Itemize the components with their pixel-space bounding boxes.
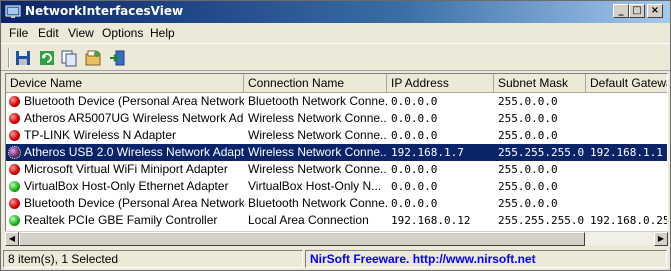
cell-connection-name: Bluetooth Network Conne...: [248, 196, 387, 210]
network-app-icon: [5, 5, 21, 18]
cell-default-gateway: [586, 178, 667, 195]
scroll-right-icon[interactable]: ▶: [654, 232, 668, 246]
cell-subnet-mask: 255.0.0.0: [498, 95, 558, 108]
cell-connection-name: Wireless Network Conne...: [248, 145, 387, 159]
cell-ip-address: 0.0.0.0: [391, 180, 438, 193]
cell-subnet-mask: 255.0.0.0: [498, 112, 558, 125]
cell-connection-name: Local Area Connection: [248, 213, 369, 227]
status-red-icon: [9, 96, 20, 107]
cell-ip-address: 0.0.0.0: [391, 163, 438, 176]
interfaces-table[interactable]: Device Name Connection Name IP Address S…: [5, 73, 668, 243]
cell-device-name: Bluetooth Device (Personal Area Network): [24, 94, 244, 108]
table-row[interactable]: Atheros USB 2.0 Wireless Network Adapter…: [6, 144, 667, 161]
cell-default-gateway: [586, 127, 667, 144]
cell-device-name: Atheros USB 2.0 Wireless Network Adapter: [24, 145, 244, 159]
cell-device-name: Bluetooth Device (Personal Area Network): [24, 196, 244, 210]
cell-default-gateway: [586, 195, 667, 212]
app-window: NetworkInterfacesView _ □ × File Edit Vi…: [0, 0, 671, 271]
minimize-button[interactable]: _: [613, 4, 629, 18]
status-selected-icon: [8, 146, 21, 159]
status-red-icon: [9, 198, 20, 209]
cell-connection-name: VirtualBox Host-Only N...: [248, 179, 382, 193]
cell-ip-address: 0.0.0.0: [391, 197, 438, 210]
properties-icon[interactable]: [83, 48, 103, 68]
table-row[interactable]: Realtek PCIe GBE Family Controller Local …: [6, 212, 667, 229]
cell-default-gateway: 192.168.0.254: [590, 214, 668, 227]
cell-default-gateway: [586, 93, 667, 110]
cell-connection-name: Wireless Network Conne...: [248, 162, 387, 176]
cell-ip-address: 0.0.0.0: [391, 129, 438, 142]
cell-ip-address: 192.168.0.12: [391, 214, 471, 227]
table-row[interactable]: Bluetooth Device (Personal Area Network)…: [6, 93, 667, 110]
status-red-icon: [9, 130, 20, 141]
cell-default-gateway: 192.168.1.1: [590, 146, 663, 159]
cell-subnet-mask: 255.0.0.0: [498, 197, 558, 210]
status-item-count: 8 item(s), 1 Selected: [3, 250, 303, 268]
status-green-icon: [9, 215, 20, 226]
cell-default-gateway: [586, 110, 667, 127]
cell-device-name: VirtualBox Host-Only Ethernet Adapter: [24, 179, 229, 193]
cell-subnet-mask: 255.0.0.0: [498, 129, 558, 142]
menu-edit[interactable]: Edit: [38, 26, 59, 40]
column-header-device-name[interactable]: Device Name: [6, 74, 244, 93]
cell-ip-address: 192.168.1.7: [391, 146, 464, 159]
toolbar-separator: [8, 48, 10, 68]
cell-device-name: TP-LINK Wireless N Adapter: [24, 128, 177, 142]
table-row[interactable]: TP-LINK Wireless N Adapter Wireless Netwo…: [6, 127, 667, 144]
table-row[interactable]: Atheros AR5007UG Wireless Network Ad... W…: [6, 110, 667, 127]
horizontal-scrollbar[interactable]: ◀ ▶: [5, 231, 668, 246]
cell-subnet-mask: 255.0.0.0: [498, 180, 558, 193]
refresh-icon[interactable]: [37, 48, 57, 68]
cell-device-name: Atheros AR5007UG Wireless Network Ad...: [24, 111, 244, 125]
table-header: Device Name Connection Name IP Address S…: [6, 74, 667, 93]
column-header-subnet-mask[interactable]: Subnet Mask: [494, 74, 586, 93]
maximize-button[interactable]: □: [629, 4, 645, 18]
cell-connection-name: Wireless Network Conne...: [248, 128, 387, 142]
exit-icon[interactable]: [107, 48, 127, 68]
column-header-default-gateway[interactable]: Default Gateway: [586, 74, 667, 93]
status-bar: 8 item(s), 1 Selected NirSoft Freeware. …: [1, 248, 670, 270]
table-row[interactable]: Microsoft Virtual WiFi Miniport Adapter W…: [6, 161, 667, 178]
menu-view[interactable]: View: [68, 26, 94, 40]
cell-connection-name: Bluetooth Network Conne...: [248, 94, 387, 108]
save-icon[interactable]: [13, 48, 33, 68]
cell-ip-address: 0.0.0.0: [391, 112, 438, 125]
column-header-ip-address[interactable]: IP Address: [387, 74, 494, 93]
cell-device-name: Realtek PCIe GBE Family Controller: [24, 213, 218, 227]
table-row[interactable]: VirtualBox Host-Only Ethernet Adapter Vir…: [6, 178, 667, 195]
close-button[interactable]: ×: [647, 4, 663, 18]
cell-default-gateway: [586, 161, 667, 178]
status-red-icon: [9, 113, 20, 124]
menu-help[interactable]: Help: [150, 26, 175, 40]
cell-ip-address: 0.0.0.0: [391, 95, 438, 108]
copy-icon[interactable]: [59, 48, 79, 68]
menu-bar: File Edit View Options Help: [1, 23, 670, 43]
cell-device-name: Microsoft Virtual WiFi Miniport Adapter: [24, 162, 228, 176]
window-title: NetworkInterfacesView: [25, 4, 184, 18]
cell-subnet-mask: 255.255.255.0: [498, 214, 585, 227]
title-bar[interactable]: NetworkInterfacesView _ □ ×: [1, 1, 670, 23]
status-red-icon: [9, 164, 20, 175]
scrollbar-thumb[interactable]: [19, 232, 585, 246]
cell-connection-name: Wireless Network Conne...: [248, 111, 387, 125]
column-header-connection-name[interactable]: Connection Name: [244, 74, 387, 93]
status-green-icon: [9, 181, 20, 192]
cell-subnet-mask: 255.0.0.0: [498, 163, 558, 176]
scroll-left-icon[interactable]: ◀: [5, 232, 19, 246]
cell-subnet-mask: 255.255.255.0: [498, 146, 585, 159]
table-row[interactable]: Bluetooth Device (Personal Area Network)…: [6, 195, 667, 212]
menu-options[interactable]: Options: [102, 26, 143, 40]
nirsoft-link[interactable]: NirSoft Freeware. http://www.nirsoft.net: [305, 250, 667, 268]
menu-file[interactable]: File: [9, 26, 28, 40]
toolbar: [1, 43, 670, 71]
